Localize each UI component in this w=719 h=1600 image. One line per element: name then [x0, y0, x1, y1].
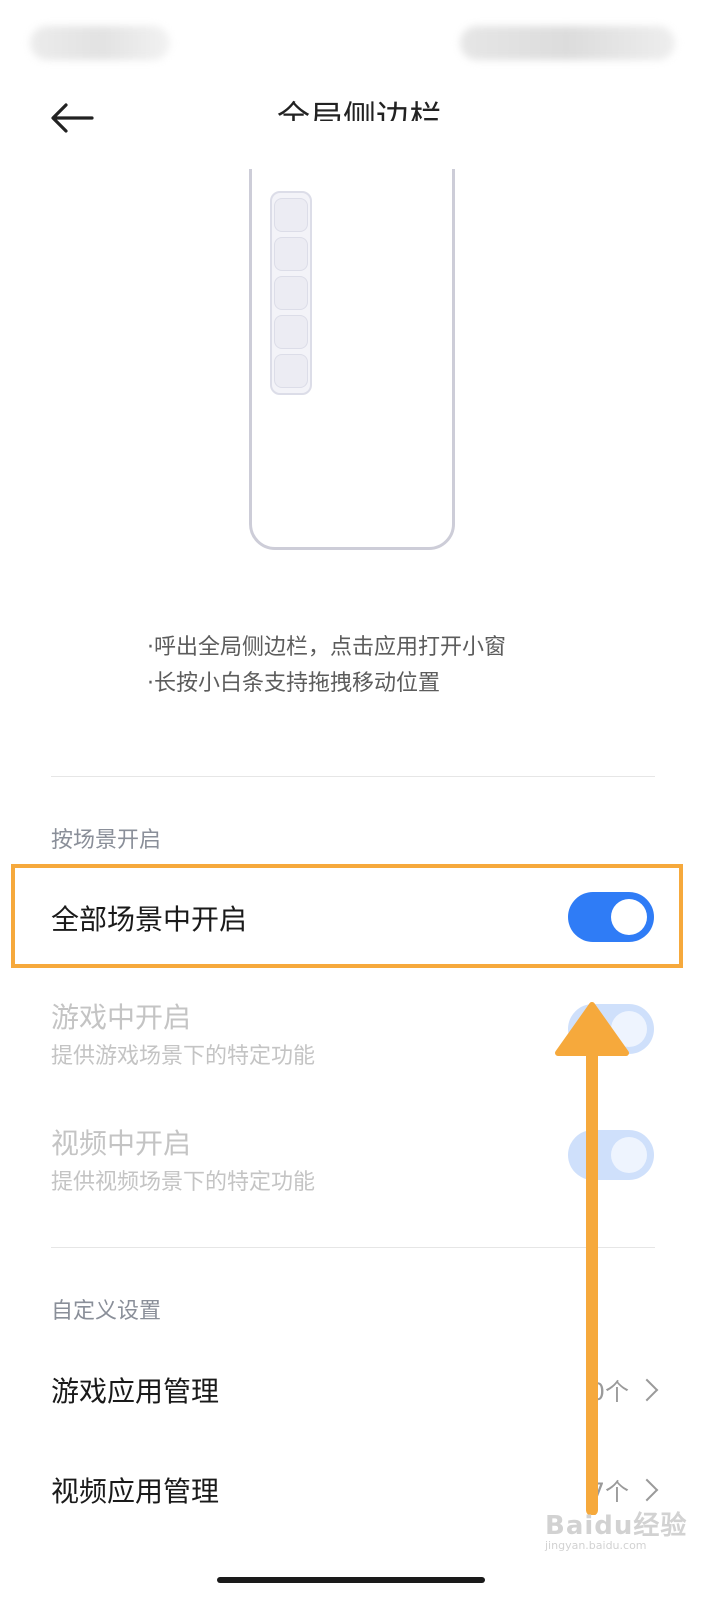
- row-game-title: 游戏中开启: [51, 1001, 192, 1034]
- phone-frame-image: [246, 121, 458, 550]
- watermark-url: jingyan.baidu.com: [545, 1539, 647, 1552]
- feature-description: ·呼出全局侧边栏，点击应用打开小窗 ·长按小白条支持拖拽移动位置: [147, 630, 506, 702]
- description-line-2: ·长按小白条支持拖拽移动位置: [147, 671, 440, 696]
- description-line-1: ·呼出全局侧边栏，点击应用打开小窗: [147, 635, 506, 660]
- row-video-subtitle: 提供视频场景下的特定功能: [51, 1170, 316, 1195]
- app-slot-icon: [274, 315, 308, 350]
- sidebar-illustration: [246, 121, 458, 550]
- app-slot-icon: [274, 275, 308, 310]
- highlight-annotation-box: [11, 864, 683, 968]
- app-slot-icon: [274, 354, 308, 389]
- app-slot-icon: [274, 236, 308, 271]
- section-label-scene: 按场景开启: [51, 828, 162, 853]
- annotation-arrow-icon: [555, 1002, 629, 1515]
- row-video-app-management[interactable]: 视频应用管理: [51, 1470, 219, 1510]
- divider: [51, 776, 655, 777]
- status-bar-right: [460, 26, 675, 60]
- status-bar-left: [30, 26, 170, 60]
- home-indicator[interactable]: [217, 1577, 485, 1583]
- row-game-subtitle: 提供游戏场景下的特定功能: [51, 1044, 316, 1069]
- row-video-title: 视频中开启: [51, 1127, 192, 1160]
- row-game-app-management[interactable]: 游戏应用管理: [51, 1370, 219, 1410]
- watermark-logo: Baidu经验: [545, 1511, 688, 1541]
- sidebar-strip-image: [270, 191, 312, 395]
- app-slot-icon: [274, 197, 308, 232]
- section-label-custom: 自定义设置: [51, 1299, 162, 1324]
